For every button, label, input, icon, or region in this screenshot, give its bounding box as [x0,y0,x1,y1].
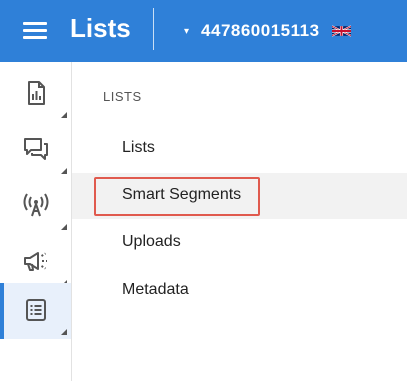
menu-item-label: Uploads [122,233,181,250]
chat-bubbles-icon [24,138,48,160]
menu-item-label: Lists [122,139,155,156]
sidebar-item-broadcast[interactable] [0,178,71,234]
section-title: LISTS [103,89,142,104]
report-document-icon [28,81,45,105]
uk-flag-icon [331,25,351,37]
menu-item-label: Metadata [122,281,189,298]
menu-item-smart-segments[interactable]: Smart Segments [72,173,407,219]
menu-item-uploads[interactable]: Uploads [72,220,407,266]
top-header: Lists ▾ 447860015113 [0,0,407,62]
lists-submenu: LISTS Lists Smart Segments Uploads Metad… [72,62,407,381]
header-divider [153,8,154,50]
sidebar-item-lists[interactable] [0,283,71,339]
menu-item-label: Smart Segments [122,186,242,203]
sidebar [0,62,72,381]
sidebar-item-messages[interactable] [0,122,71,178]
hamburger-menu-icon[interactable] [23,20,47,40]
chevron-down-icon: ▾ [184,25,190,37]
antenna-signal-icon [23,193,49,217]
account-number: 447860015113 [201,21,320,40]
menu-item-lists[interactable]: Lists [72,126,407,172]
sidebar-item-campaigns[interactable] [0,234,71,290]
list-icon [26,299,46,321]
menu-item-metadata[interactable]: Metadata [72,268,407,314]
page-title: Lists [70,13,131,43]
account-selector[interactable]: ▾ 447860015113 [184,18,351,44]
sidebar-item-reports[interactable] [0,66,71,122]
megaphone-icon [24,252,47,271]
